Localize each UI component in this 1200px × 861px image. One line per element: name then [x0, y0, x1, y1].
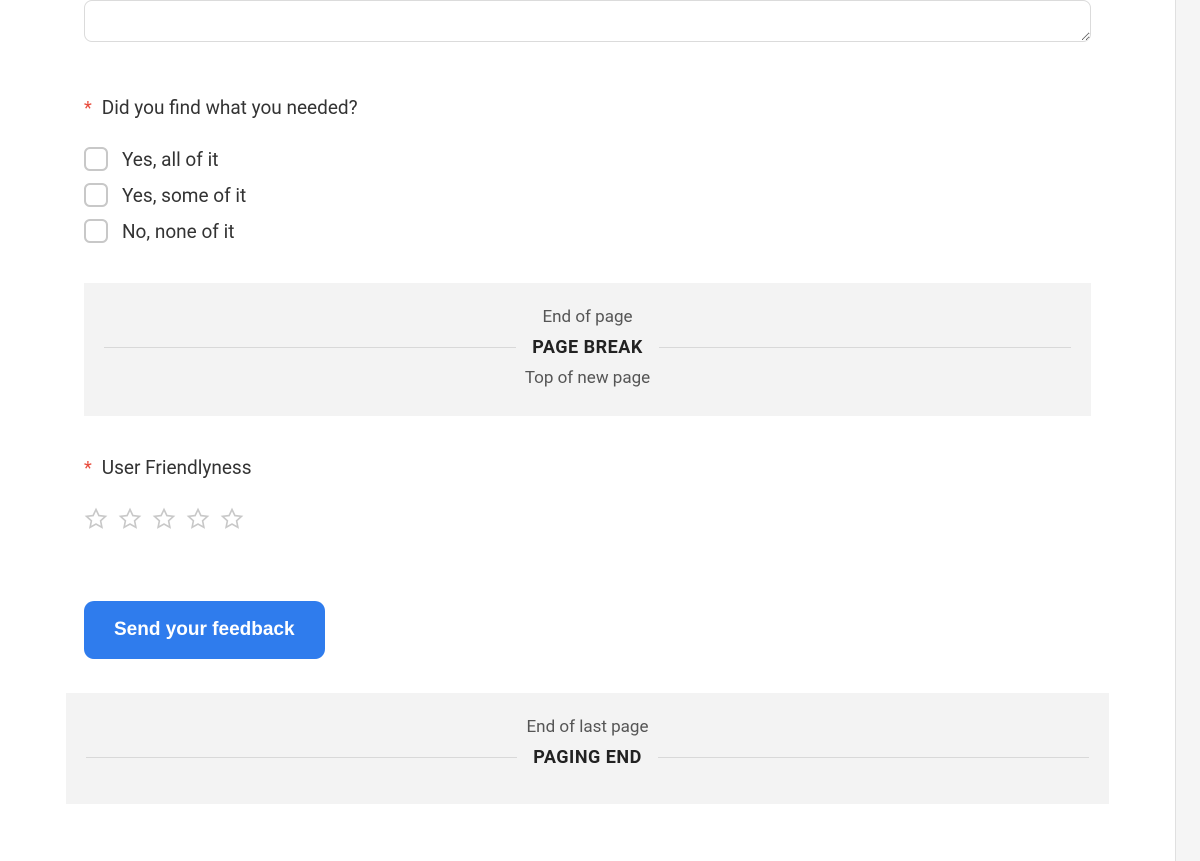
- page-break-bottom-text: Top of new page: [84, 368, 1091, 388]
- star-icon[interactable]: [186, 507, 210, 531]
- paging-end-top-text: End of last page: [66, 717, 1109, 737]
- question-text: Did you find what you needed?: [102, 96, 358, 119]
- page-break-title-row: PAGE BREAK: [84, 337, 1091, 358]
- required-star-icon: *: [84, 458, 92, 479]
- question-find-needed: * Did you find what you needed? Yes, all…: [84, 96, 1091, 243]
- required-star-icon: *: [84, 98, 92, 119]
- checkbox-input[interactable]: [84, 183, 108, 207]
- paging-end-title-row: PAGING END: [66, 747, 1109, 768]
- divider-line: [658, 757, 1089, 758]
- checkbox-input[interactable]: [84, 219, 108, 243]
- form-content: * Did you find what you needed? Yes, all…: [0, 0, 1175, 804]
- form-page: * Did you find what you needed? Yes, all…: [0, 0, 1176, 861]
- question-label: * Did you find what you needed?: [84, 96, 1091, 119]
- checkbox-label: No, none of it: [122, 220, 234, 243]
- checkbox-option-3: No, none of it: [84, 219, 1091, 243]
- page-break-block: End of page PAGE BREAK Top of new page: [84, 283, 1091, 416]
- divider-line: [659, 347, 1071, 348]
- checkbox-label: Yes, all of it: [122, 148, 218, 171]
- page-break-title: PAGE BREAK: [532, 337, 643, 358]
- checkbox-label: Yes, some of it: [122, 184, 246, 207]
- checkbox-option-1: Yes, all of it: [84, 147, 1091, 171]
- question-label: * User Friendlyness: [84, 456, 1091, 479]
- checkbox-option-2: Yes, some of it: [84, 183, 1091, 207]
- question-text: User Friendlyness: [102, 456, 252, 479]
- checkbox-options: Yes, all of it Yes, some of it No, none …: [84, 147, 1091, 243]
- checkbox-input[interactable]: [84, 147, 108, 171]
- question-user-friendliness: * User Friendlyness: [84, 456, 1091, 531]
- page-break-top-text: End of page: [84, 307, 1091, 327]
- divider-line: [86, 757, 517, 758]
- star-icon[interactable]: [84, 507, 108, 531]
- divider-line: [104, 347, 516, 348]
- star-icon[interactable]: [152, 507, 176, 531]
- submit-button[interactable]: Send your feedback: [84, 601, 325, 659]
- feedback-textarea[interactable]: [84, 0, 1091, 42]
- paging-end-block: End of last page PAGING END: [66, 693, 1109, 804]
- star-icon[interactable]: [118, 507, 142, 531]
- star-rating: [84, 507, 1091, 531]
- paging-end-title: PAGING END: [533, 747, 642, 768]
- star-icon[interactable]: [220, 507, 244, 531]
